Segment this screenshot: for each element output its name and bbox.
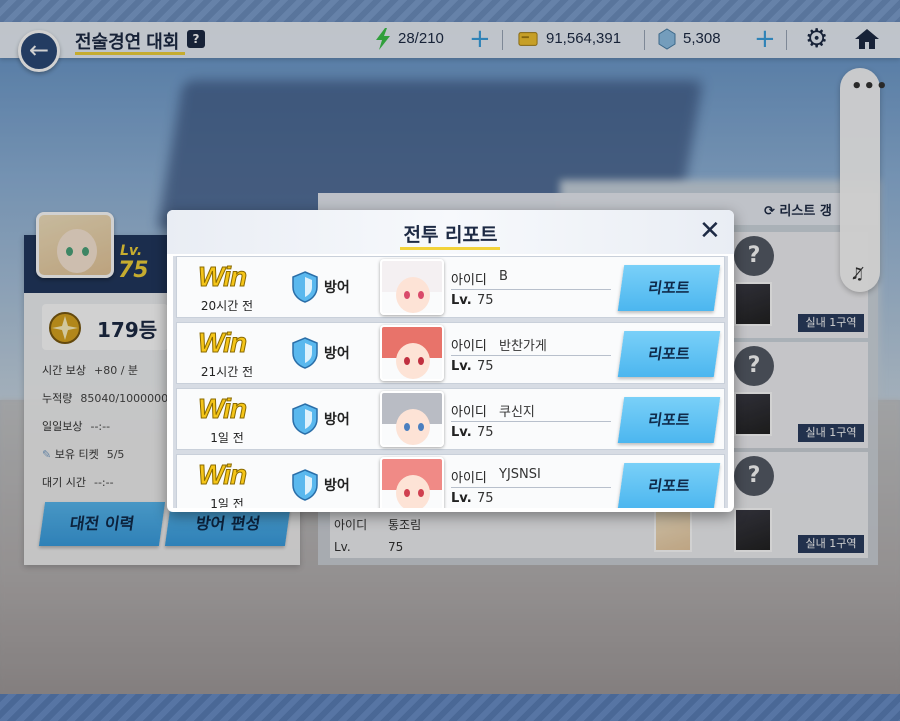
divider xyxy=(451,355,611,356)
close-icon[interactable]: ✕ xyxy=(699,218,721,244)
report-button[interactable]: 리포트 xyxy=(617,397,721,443)
result-win: Win xyxy=(197,459,247,491)
opponent-id: 반찬가게 xyxy=(499,339,547,354)
result-win: Win xyxy=(197,327,247,359)
result-win: Win xyxy=(197,393,247,425)
report-mode: 방어 xyxy=(324,478,350,494)
lv-label: Lv. xyxy=(451,491,472,506)
opponent-level: 75 xyxy=(477,359,494,374)
report-mode: 방어 xyxy=(324,346,350,362)
report-time: 1일 전 xyxy=(210,497,244,508)
report-time: 21시간 전 xyxy=(200,365,254,379)
opponent-id: 쿠신지 xyxy=(499,405,535,420)
divider xyxy=(451,487,611,488)
report-button[interactable]: 리포트 xyxy=(617,463,721,508)
defense-shield-icon xyxy=(292,337,318,369)
opponent-portrait xyxy=(380,457,444,508)
opponent-level: 75 xyxy=(477,293,494,308)
id-label: 아이디 xyxy=(451,405,487,420)
opponent-id: YJSNSI xyxy=(499,467,541,482)
opponent-portrait xyxy=(380,325,444,381)
report-row: Win 1일 전 방어 아이디 YJSNSI Lv. 75 리포트 xyxy=(176,454,725,508)
report-time: 1일 전 xyxy=(210,431,244,445)
modal-title: 전투 리포트 xyxy=(403,224,498,246)
lv-label: Lv. xyxy=(451,293,472,308)
divider xyxy=(451,289,611,290)
report-button[interactable]: 리포트 xyxy=(617,265,721,311)
lv-label: Lv. xyxy=(451,425,472,440)
opponent-portrait xyxy=(380,259,444,315)
defense-shield-icon xyxy=(292,271,318,303)
report-time: 20시간 전 xyxy=(200,299,254,313)
id-label: 아이디 xyxy=(451,273,487,288)
result-win: Win xyxy=(197,261,247,293)
report-button[interactable]: 리포트 xyxy=(617,331,721,377)
report-list: Win 20시간 전 방어 아이디 B Lv. 75 리포트 Win 21시간 … xyxy=(173,256,728,508)
opponent-level: 75 xyxy=(477,491,494,506)
divider xyxy=(451,421,611,422)
report-mode: 방어 xyxy=(324,412,350,428)
defense-shield-icon xyxy=(292,403,318,435)
id-label: 아이디 xyxy=(451,339,487,354)
opponent-id: B xyxy=(499,269,508,284)
modal-title-underline xyxy=(400,247,500,250)
id-label: 아이디 xyxy=(451,471,487,486)
lv-label: Lv. xyxy=(451,359,472,374)
battle-report-modal: 전투 리포트 ✕ Win 20시간 전 방어 아이디 B Lv. 75 리포트 … xyxy=(167,210,734,512)
defense-shield-icon xyxy=(292,469,318,501)
opponent-level: 75 xyxy=(477,425,494,440)
report-row: Win 1일 전 방어 아이디 쿠신지 Lv. 75 리포트 xyxy=(176,388,725,450)
report-row: Win 20시간 전 방어 아이디 B Lv. 75 리포트 xyxy=(176,256,725,318)
report-row: Win 21시간 전 방어 아이디 반찬가게 Lv. 75 리포트 xyxy=(176,322,725,384)
report-mode: 방어 xyxy=(324,280,350,296)
opponent-portrait xyxy=(380,391,444,447)
